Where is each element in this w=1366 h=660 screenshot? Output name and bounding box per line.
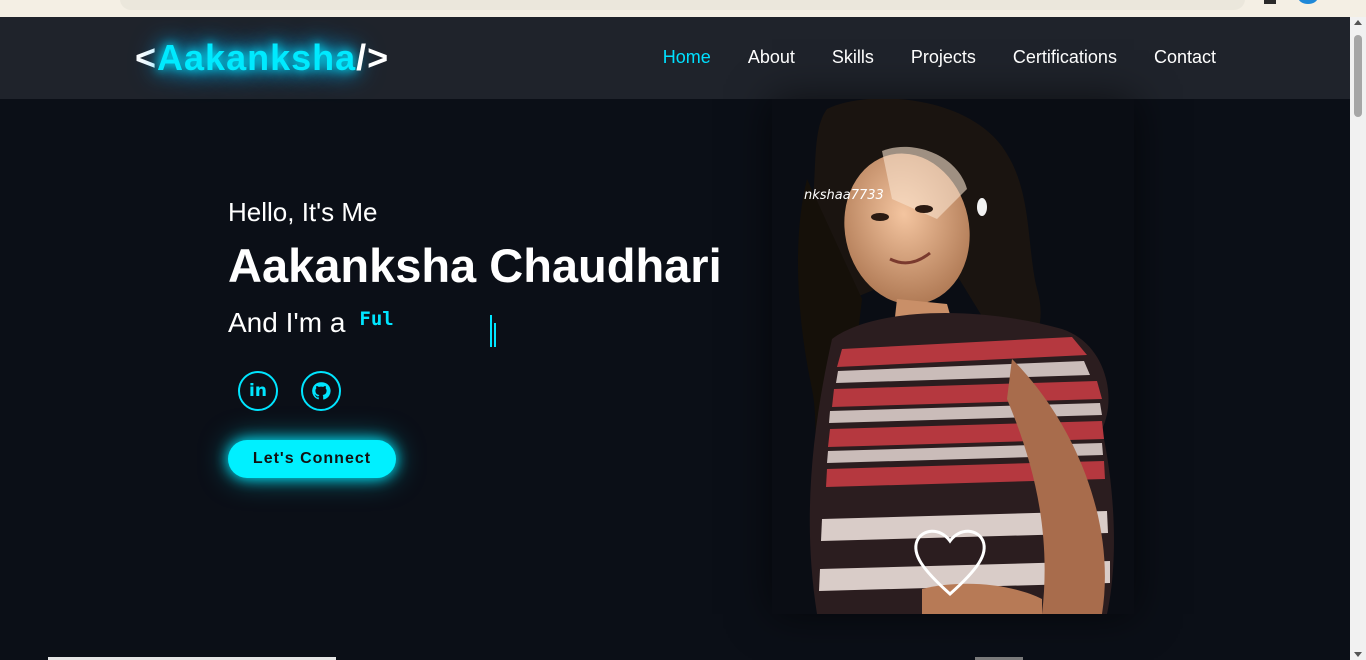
profile-avatar[interactable] xyxy=(1298,0,1318,4)
nav-home[interactable]: Home xyxy=(663,47,711,68)
linkedin-link[interactable]: in xyxy=(238,371,278,411)
logo-close-bracket: /> xyxy=(356,37,390,78)
hero-section: Hello, It's Me Aakanksha Chaudhari And I… xyxy=(228,197,722,347)
nav-skills[interactable]: Skills xyxy=(832,47,874,68)
portfolio-page: <Aakanksha/> Home About Skills Projects … xyxy=(0,17,1350,660)
profile-photo: nkshaa7733 xyxy=(772,99,1134,614)
photo-overlay-text: nkshaa7733 xyxy=(804,188,884,203)
extensions-icon[interactable] xyxy=(1264,0,1276,4)
typing-cursor-inner xyxy=(494,323,496,347)
typed-role-text: Ful xyxy=(359,308,394,330)
nav-contact[interactable]: Contact xyxy=(1154,47,1216,68)
lets-connect-button[interactable]: Let's Connect xyxy=(228,440,396,478)
main-nav: Home About Skills Projects Certification… xyxy=(663,47,1216,68)
scroll-down-icon[interactable] xyxy=(1354,652,1362,657)
site-logo[interactable]: <Aakanksha/> xyxy=(135,37,389,79)
page-scrollbar[interactable] xyxy=(1350,17,1366,660)
scroll-up-icon[interactable] xyxy=(1354,20,1362,25)
nav-certifications[interactable]: Certifications xyxy=(1013,47,1117,68)
address-bar[interactable] xyxy=(120,0,1245,10)
hero-name: Aakanksha Chaudhari xyxy=(228,239,722,292)
hero-role-line: And I'm a Ful xyxy=(228,307,722,339)
github-icon xyxy=(312,382,331,400)
social-links: in xyxy=(238,371,341,411)
role-prefix: And I'm a xyxy=(228,307,346,338)
logo-open-bracket: < xyxy=(135,37,158,78)
navbar: <Aakanksha/> Home About Skills Projects … xyxy=(0,17,1350,99)
nav-about[interactable]: About xyxy=(748,47,795,68)
browser-toolbar xyxy=(0,0,1366,17)
typing-cursor xyxy=(490,315,492,347)
logo-name: Aakanksha xyxy=(157,37,357,78)
hero-greeting: Hello, It's Me xyxy=(228,197,378,227)
github-link[interactable] xyxy=(301,371,341,411)
profile-photo-illustration: nkshaa7733 xyxy=(772,99,1134,614)
linkedin-icon: in xyxy=(249,381,267,401)
nav-projects[interactable]: Projects xyxy=(911,47,976,68)
scroll-thumb[interactable] xyxy=(1354,35,1362,117)
